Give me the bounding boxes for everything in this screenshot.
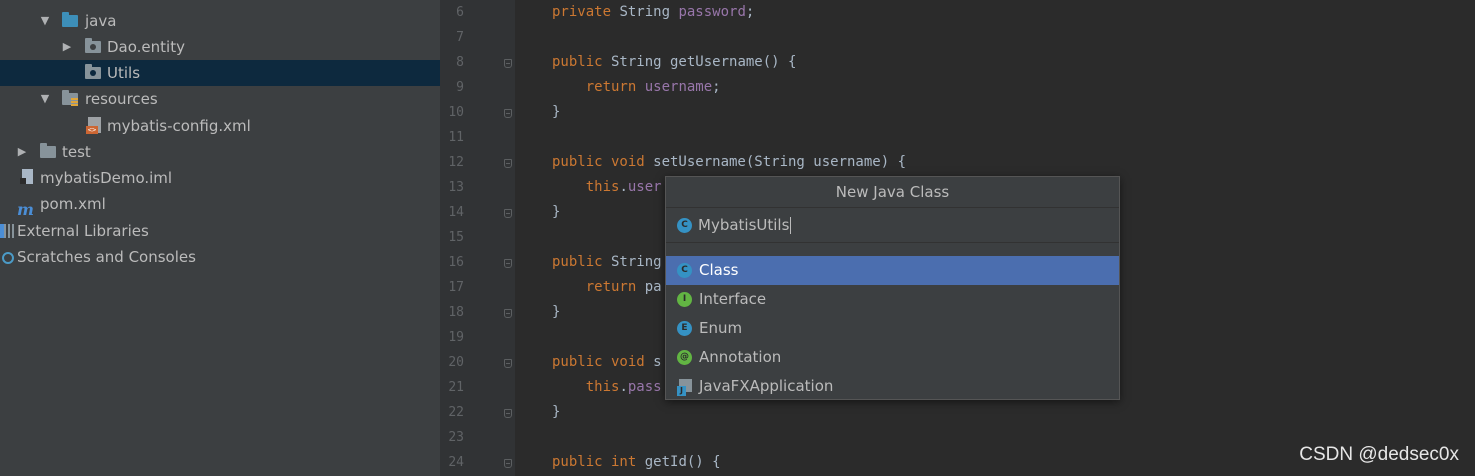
code-line-14: } xyxy=(552,204,561,220)
fold-icon[interactable] xyxy=(504,109,512,118)
resources-folder-icon xyxy=(62,90,78,107)
code-line-6: private String password; xyxy=(552,4,755,20)
fold-icon[interactable] xyxy=(504,459,512,468)
line-number: 22 xyxy=(448,405,464,420)
xml-file-icon xyxy=(86,117,104,134)
kind-item-javafx-application[interactable]: J JavaFXApplication xyxy=(666,372,1119,401)
line-number: 9 xyxy=(456,80,464,95)
code-line-22: } xyxy=(552,404,561,420)
line-number: 11 xyxy=(448,130,464,145)
line-number: 13 xyxy=(448,180,464,195)
line-number: 20 xyxy=(448,355,464,370)
line-number: 24 xyxy=(448,455,464,470)
code-line-17: return pa xyxy=(585,279,662,295)
fold-icon[interactable] xyxy=(504,309,512,318)
fold-icon[interactable] xyxy=(504,59,512,68)
line-number: 23 xyxy=(448,430,464,445)
project-tree: ▼ java ▶ Dao.entity Utils ▼ resources my… xyxy=(0,0,440,476)
code-line-12: public void setUsername(String username)… xyxy=(552,154,907,170)
line-number: 8 xyxy=(456,55,464,70)
kind-item-interface[interactable]: I Interface xyxy=(666,285,1119,314)
tree-item-java[interactable]: ▼ java xyxy=(0,8,440,34)
code-line-10: } xyxy=(552,104,561,120)
fold-icon[interactable] xyxy=(504,259,512,268)
line-number: 16 xyxy=(448,255,464,270)
scratches-icon xyxy=(2,252,18,266)
text-caret xyxy=(790,217,791,234)
source-folder-icon xyxy=(62,12,78,28)
line-number: 10 xyxy=(448,105,464,120)
code-line-13: this.user xyxy=(585,179,662,195)
line-number: 7 xyxy=(456,30,464,45)
code-line-18: } xyxy=(552,304,561,320)
code-line-8: public String getUsername() { xyxy=(552,54,797,70)
annotation-icon: @ xyxy=(677,350,692,365)
iml-file-icon xyxy=(20,169,38,185)
new-java-class-popup: New Java Class C C Class I Interface E E… xyxy=(665,176,1120,400)
fold-icon[interactable] xyxy=(504,359,512,368)
class-icon: C xyxy=(677,218,692,233)
watermark: CSDN @dedsec0x xyxy=(1299,444,1459,465)
tree-item-iml[interactable]: mybatisDemo.iml xyxy=(0,165,440,191)
tree-item-dao-entity[interactable]: ▶ Dao.entity xyxy=(0,34,440,60)
enum-icon: E xyxy=(677,321,692,336)
line-number: 15 xyxy=(448,230,464,245)
line-number: 6 xyxy=(456,5,464,20)
tree-item-mybatis-config[interactable]: mybatis-config.xml xyxy=(0,113,440,139)
tree-item-scratches[interactable]: Scratches and Consoles xyxy=(0,244,440,270)
class-name-input[interactable] xyxy=(698,212,1098,238)
popup-title: New Java Class xyxy=(666,177,1119,208)
collapsed-arrow-icon[interactable]: ▶ xyxy=(15,139,29,165)
interface-icon: I xyxy=(677,292,692,307)
package-icon xyxy=(85,64,101,80)
collapsed-arrow-icon[interactable]: ▶ xyxy=(60,34,74,60)
library-icon xyxy=(0,224,16,238)
kind-list: C Class I Interface E Enum @ Annotation … xyxy=(666,256,1119,401)
line-number: 17 xyxy=(448,280,464,295)
tree-item-pom[interactable]: m pom.xml xyxy=(0,191,440,219)
expanded-arrow-icon[interactable]: ▼ xyxy=(38,8,52,34)
folder-icon xyxy=(40,143,56,159)
kind-item-enum[interactable]: E Enum xyxy=(666,314,1119,343)
kind-item-annotation[interactable]: @ Annotation xyxy=(666,343,1119,372)
line-number: 21 xyxy=(448,380,464,395)
maven-icon: m xyxy=(17,200,34,219)
tree-item-utils[interactable]: Utils xyxy=(0,60,440,86)
code-line-16: public String xyxy=(552,254,662,270)
line-number: 12 xyxy=(448,155,464,170)
package-icon xyxy=(85,38,101,54)
class-name-row: C xyxy=(666,208,1119,243)
tree-item-test[interactable]: ▶ test xyxy=(0,139,440,165)
fold-icon[interactable] xyxy=(504,159,512,168)
code-line-21: this.pass xyxy=(585,379,662,395)
line-number: 14 xyxy=(448,205,464,220)
tree-item-resources[interactable]: ▼ resources xyxy=(0,86,440,112)
code-line-9: return username; xyxy=(585,79,721,95)
fold-icon[interactable] xyxy=(504,209,512,218)
tree-item-external-libraries[interactable]: External Libraries xyxy=(0,218,440,244)
expanded-arrow-icon[interactable]: ▼ xyxy=(38,86,52,112)
fold-icon[interactable] xyxy=(504,409,512,418)
kind-item-class[interactable]: C Class xyxy=(666,256,1119,285)
code-line-24: public int getId() { xyxy=(552,454,721,470)
code-line-20: public void s xyxy=(552,354,662,370)
line-number: 18 xyxy=(448,305,464,320)
javafx-icon: J xyxy=(677,379,693,396)
class-icon: C xyxy=(677,263,692,278)
line-number: 19 xyxy=(448,330,464,345)
